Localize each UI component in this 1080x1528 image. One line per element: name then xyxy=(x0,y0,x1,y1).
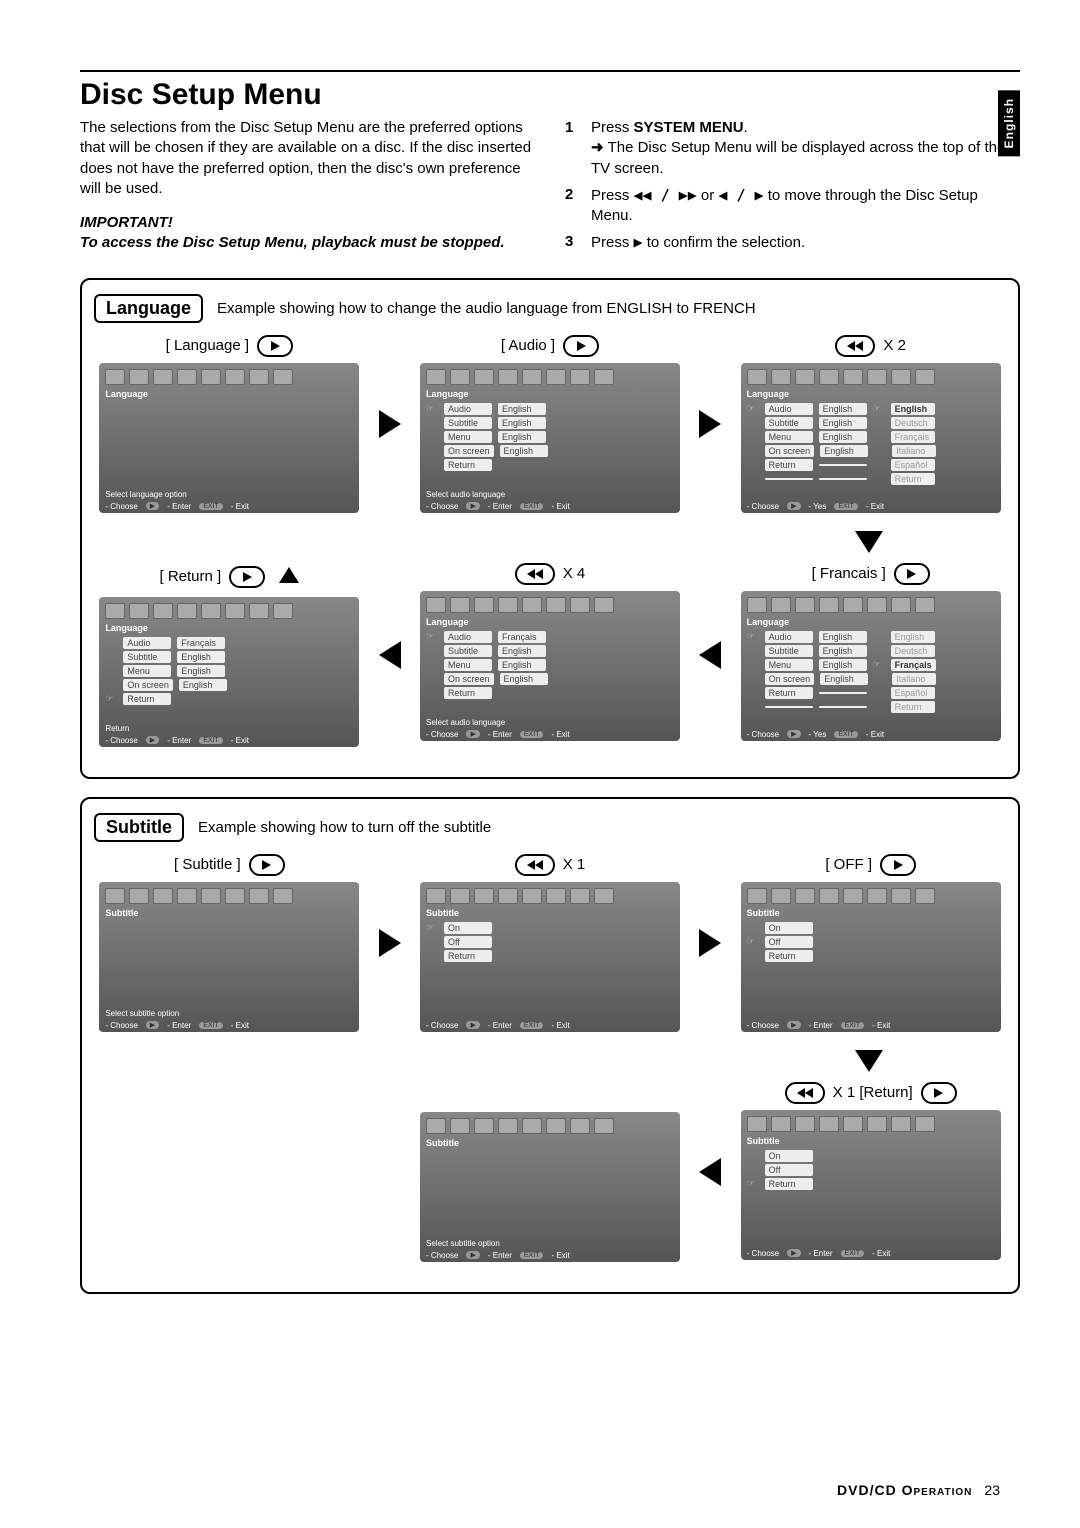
step-label: X 4 xyxy=(563,565,586,582)
left-right-icon: ◀ / ▶ xyxy=(718,185,763,205)
step3-text: to confirm the selection. xyxy=(643,234,806,251)
play-button-icon xyxy=(229,566,265,588)
subtitle-example: Subtitle Example showing how to turn off… xyxy=(80,797,1020,1294)
play-button-icon xyxy=(921,1082,957,1104)
step1-text-a: Press xyxy=(591,119,634,136)
step-label: [ Francais ] xyxy=(812,565,886,582)
step-label: [ Audio ] xyxy=(501,337,555,354)
play-button-icon xyxy=(894,563,930,585)
rewind-forward-icon: ◀◀ / ▶▶ xyxy=(634,185,697,205)
rewind-button-icon xyxy=(515,563,555,585)
step-label: X 2 xyxy=(883,337,906,354)
language-label: Language xyxy=(94,294,203,323)
osd-screen: Language ☞AudioEnglish SubtitleEnglish M… xyxy=(420,363,680,513)
heading-rule xyxy=(80,70,1020,72)
osd-screen: Language AudioFrançais SubtitleEnglish M… xyxy=(99,597,359,747)
step-label: X 1 [Return] xyxy=(833,1084,913,1101)
osd-screen: Subtitle Select subtitle option - Choose… xyxy=(420,1112,680,1262)
osd-screen: Subtitle On Off ☞Return - Choose▶- Enter… xyxy=(741,1110,1001,1260)
step-number: 2 xyxy=(565,185,581,227)
play-button-icon xyxy=(880,854,916,876)
page-title: Disc Setup Menu xyxy=(80,78,1020,112)
step1-result: The Disc Setup Menu will be displayed ac… xyxy=(591,138,1020,179)
rewind-button-icon xyxy=(515,854,555,876)
subtitle-desc: Example showing how to turn off the subt… xyxy=(198,819,491,836)
step-label: [ Language ] xyxy=(166,337,249,354)
rewind-button-icon xyxy=(785,1082,825,1104)
play-button-icon xyxy=(563,335,599,357)
step-label: X 1 xyxy=(563,856,586,873)
flow-arrow-right-icon xyxy=(379,410,401,438)
flow-arrow-left-icon xyxy=(699,641,721,669)
intro-text: The selections from the Disc Setup Menu … xyxy=(80,118,535,199)
system-menu-label: SYSTEM MENU xyxy=(634,119,744,136)
osd-screen: Language ☞AudioEnglishEnglish SubtitleEn… xyxy=(741,591,1001,741)
language-tab: English xyxy=(998,90,1020,156)
flow-arrow-left-icon xyxy=(699,1158,721,1186)
important-text: To access the Disc Setup Menu, playback … xyxy=(80,233,535,253)
step-label: [ OFF ] xyxy=(825,856,872,873)
osd-screen: Language ☞AudioFrançais SubtitleEnglish … xyxy=(420,591,680,741)
flow-arrow-right-icon xyxy=(379,929,401,957)
flow-arrow-down-icon xyxy=(855,1050,883,1072)
flow-arrow-up-icon xyxy=(279,567,299,583)
play-icon: ▶ xyxy=(634,232,643,252)
osd-screen: Subtitle Select subtitle option - Choose… xyxy=(99,882,359,1032)
play-button-icon xyxy=(249,854,285,876)
flow-arrow-right-icon xyxy=(699,929,721,957)
rewind-button-icon xyxy=(835,335,875,357)
subtitle-label: Subtitle xyxy=(94,813,184,842)
osd-screen: Subtitle ☞On Off Return - Choose▶- Enter… xyxy=(420,882,680,1032)
flow-arrow-down-icon xyxy=(855,531,883,553)
language-desc: Example showing how to change the audio … xyxy=(217,300,756,317)
step-label: [ Return ] xyxy=(159,568,221,585)
osd-screen: Language ☞AudioEnglish☞English SubtitleE… xyxy=(741,363,1001,513)
step-label: [ Subtitle ] xyxy=(174,856,241,873)
play-button-icon xyxy=(257,335,293,357)
flow-arrow-left-icon xyxy=(379,641,401,669)
step-number: 3 xyxy=(565,232,581,253)
flow-arrow-right-icon xyxy=(699,410,721,438)
osd-screen: Subtitle On ☞Off Return - Choose▶- Enter… xyxy=(741,882,1001,1032)
step-number: 1 xyxy=(565,118,581,179)
important-heading: IMPORTANT! xyxy=(80,213,535,233)
language-example: Language Example showing how to change t… xyxy=(80,278,1020,779)
page-footer: DVD/CD Operation23 xyxy=(837,1482,1000,1498)
osd-screen: Language Select language option - Choose… xyxy=(99,363,359,513)
